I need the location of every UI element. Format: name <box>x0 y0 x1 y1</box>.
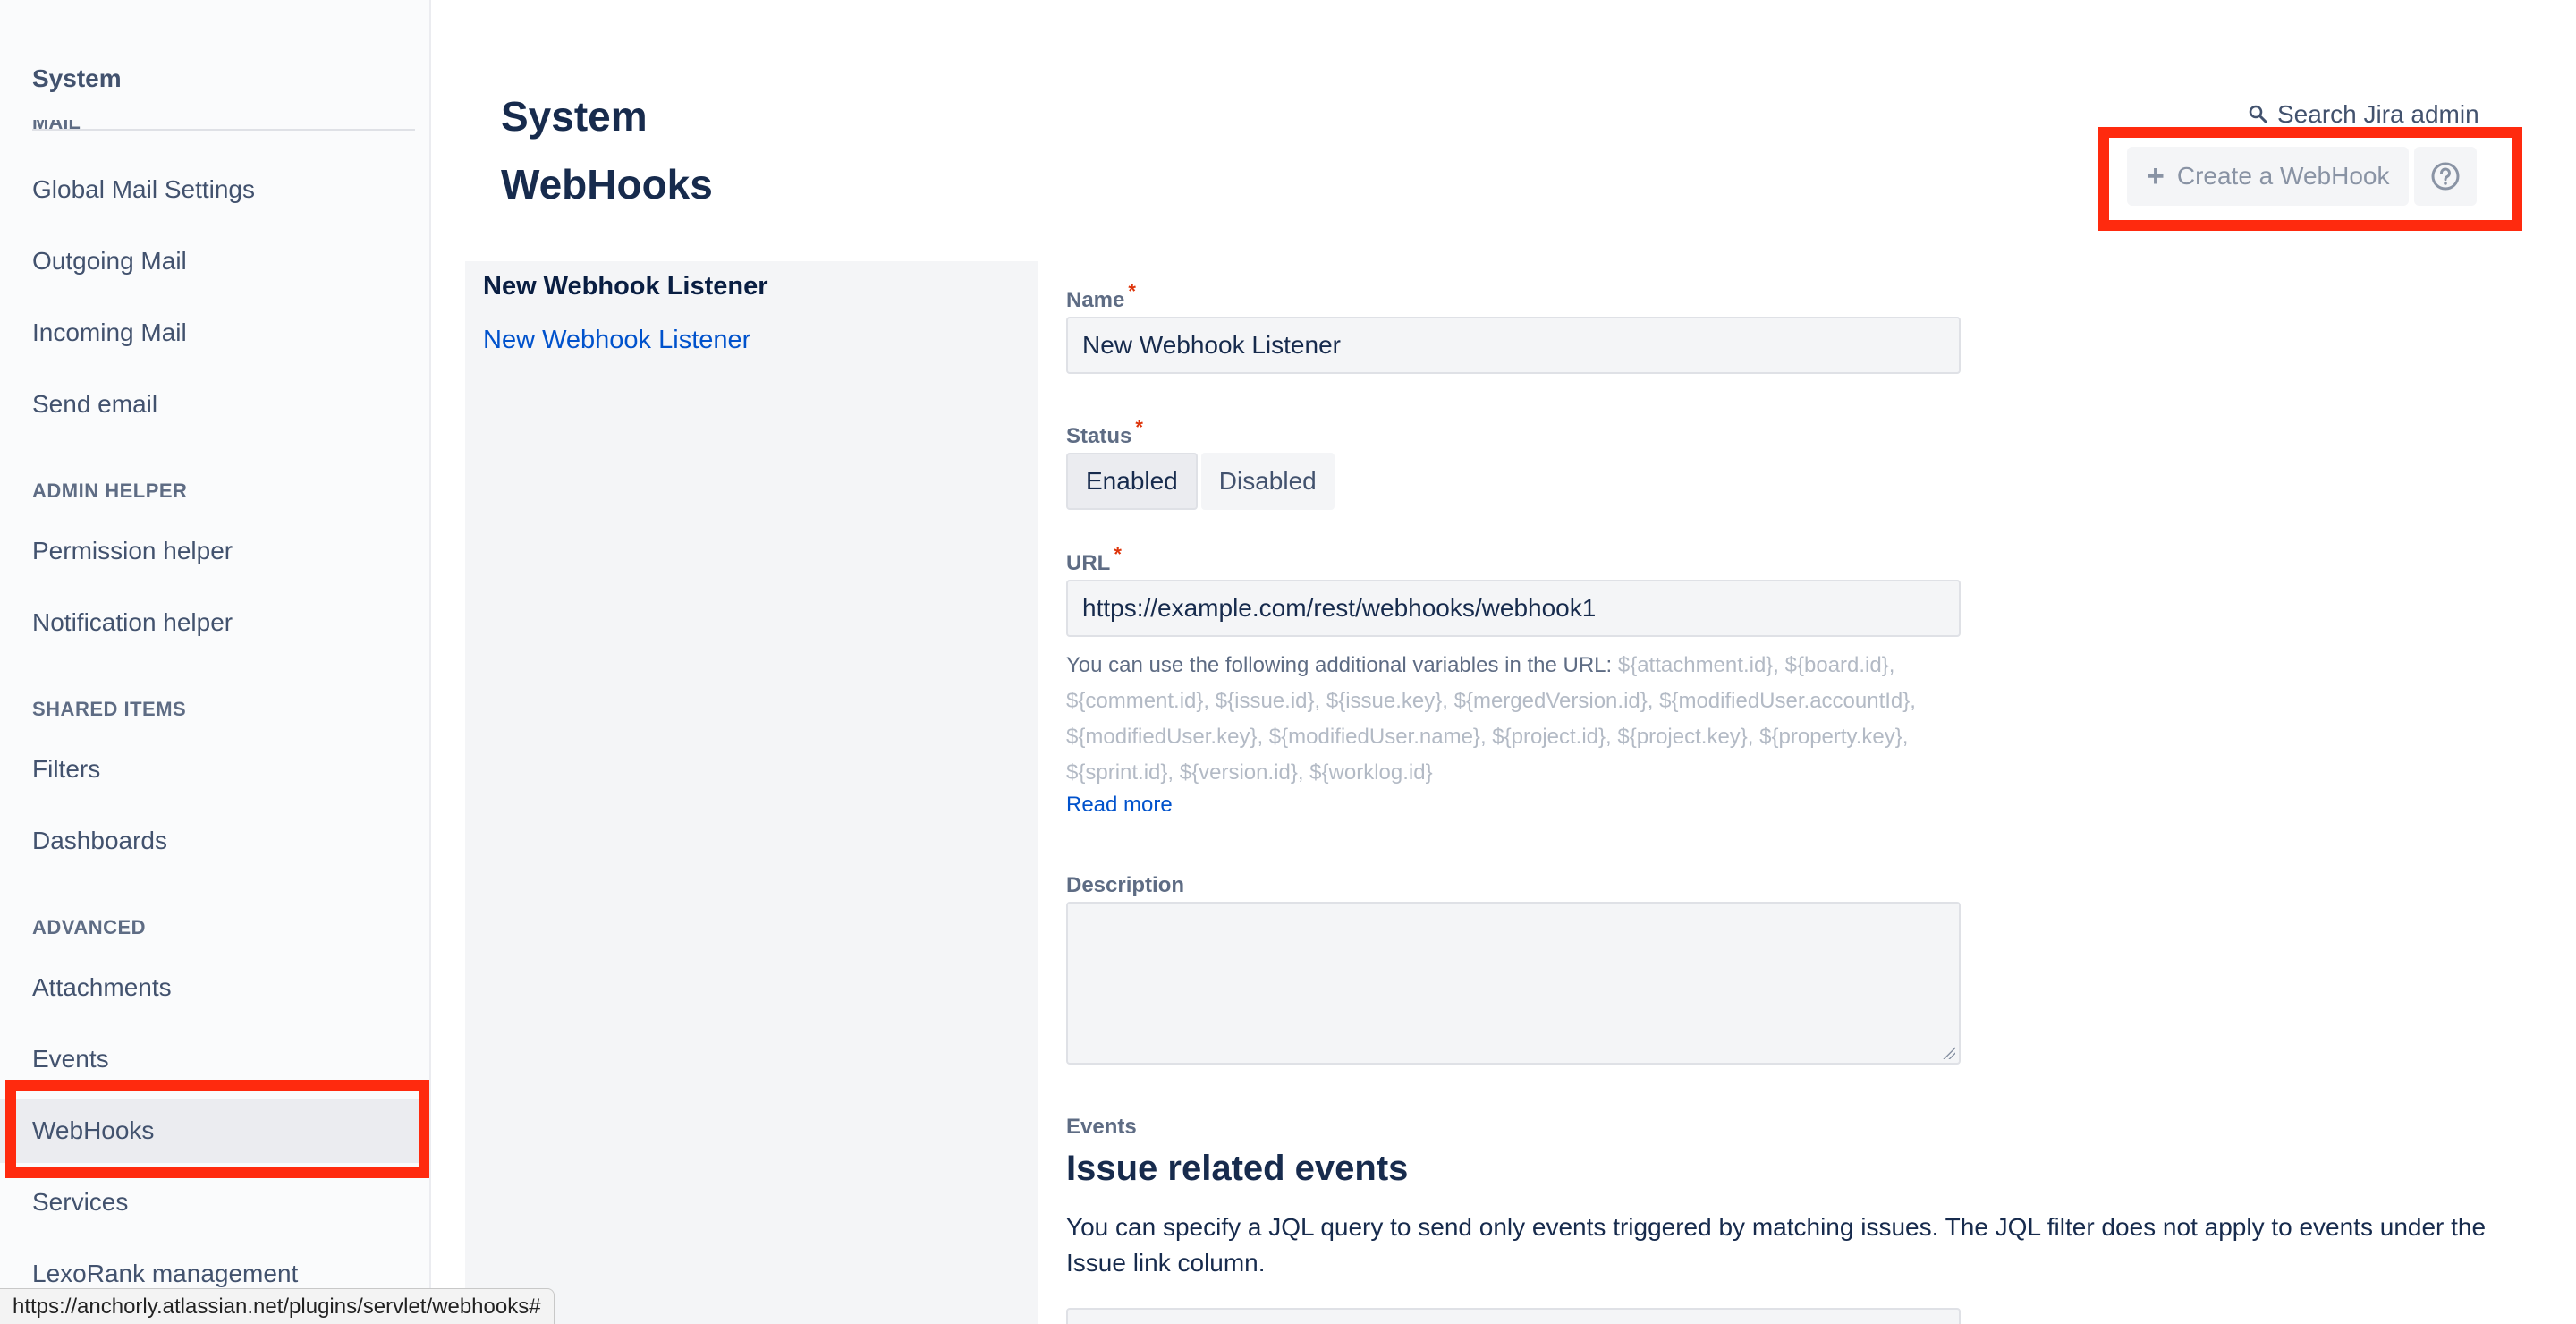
page-title: System WebHooks <box>501 93 713 208</box>
status-toggle: Enabled Disabled <box>1066 453 1335 510</box>
highlight-box-create-webhook <box>2098 127 2522 231</box>
sidebar-item-permission-helper[interactable]: Permission helper <box>0 519 429 583</box>
listener-link[interactable]: New Webhook Listener <box>483 326 750 355</box>
sidebar-item-global-mail-settings[interactable]: Global Mail Settings <box>0 157 429 222</box>
sidebar-divider <box>32 129 415 131</box>
required-marker: * <box>1114 543 1122 565</box>
name-label: Name * <box>1066 280 1136 312</box>
search-jira-admin-link[interactable]: Search Jira admin <box>2247 100 2479 129</box>
sidebar-item-incoming-mail[interactable]: Incoming Mail <box>0 301 429 365</box>
status-label: Status * <box>1066 416 1143 448</box>
app-root: System MAIL Global Mail Settings Outgoin… <box>0 0 2576 1324</box>
name-input[interactable] <box>1066 317 1961 374</box>
required-marker: * <box>1135 416 1143 438</box>
description-textarea[interactable] <box>1066 902 1961 1065</box>
url-label: URL * <box>1066 543 1122 575</box>
listener-list-heading: New Webhook Listener <box>483 272 768 301</box>
sidebar-section-admin-helper: ADMIN HELPER <box>32 480 188 502</box>
sidebar-item-send-email[interactable]: Send email <box>0 372 429 437</box>
status-enabled-button[interactable]: Enabled <box>1066 453 1198 510</box>
search-icon <box>2249 105 2267 123</box>
jql-filter-input[interactable] <box>1066 1308 1961 1324</box>
sidebar-item-services[interactable]: Services <box>0 1170 429 1235</box>
sidebar-title: System <box>32 64 122 92</box>
sidebar-item-outgoing-mail[interactable]: Outgoing Mail <box>0 229 429 293</box>
browser-status-url: https://anchorly.atlassian.net/plugins/s… <box>0 1288 555 1324</box>
issue-events-heading: Issue related events <box>1066 1149 1409 1188</box>
resize-handle-icon[interactable] <box>1943 1047 1955 1059</box>
url-input[interactable] <box>1066 580 1961 637</box>
events-label: Events <box>1066 1115 1137 1139</box>
issue-events-description: You can specify a JQL query to send only… <box>1066 1213 2487 1277</box>
required-marker: * <box>1128 280 1136 302</box>
sidebar-section-shared-items: SHARED ITEMS <box>32 698 187 720</box>
highlight-box-webhooks <box>5 1080 429 1178</box>
url-help-text: You can use the following additional var… <box>1066 653 1916 785</box>
sidebar-item-attachments[interactable]: Attachments <box>0 955 429 1020</box>
sidebar-item-notification-helper[interactable]: Notification helper <box>0 590 429 655</box>
sidebar-section-advanced: ADVANCED <box>32 916 147 938</box>
sidebar-item-dashboards[interactable]: Dashboards <box>0 809 429 873</box>
read-more-link[interactable]: Read more <box>1066 793 1173 818</box>
sidebar-item-filters[interactable]: Filters <box>0 737 429 802</box>
description-label: Description <box>1066 873 1185 897</box>
status-disabled-button[interactable]: Disabled <box>1200 453 1335 510</box>
webhook-listener-list: New Webhook Listener New Webhook Listene… <box>465 261 1038 1324</box>
